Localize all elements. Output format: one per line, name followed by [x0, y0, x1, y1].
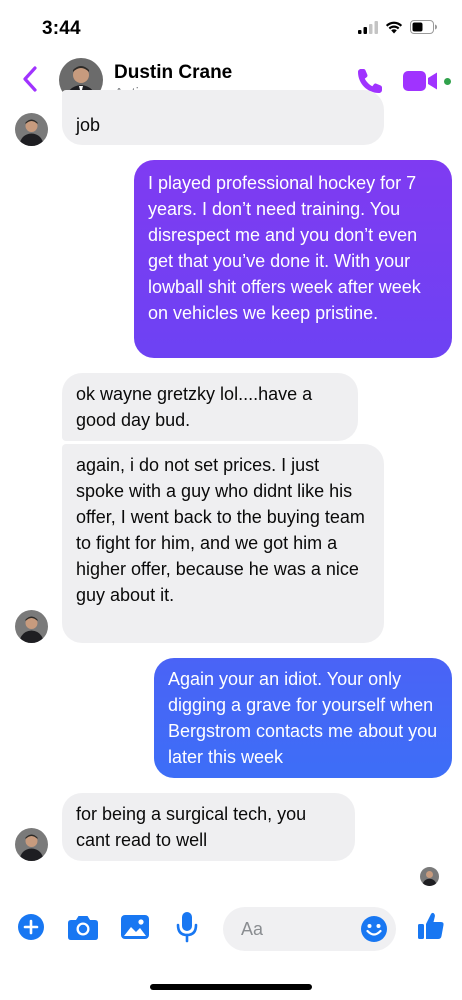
- camera-button[interactable]: [66, 914, 100, 944]
- message-text: for being a surgical tech, you cant read…: [76, 804, 307, 850]
- voice-message-button[interactable]: [174, 911, 200, 948]
- more-actions-button[interactable]: [16, 913, 46, 946]
- message-bubble-incoming[interactable]: for being a surgical tech, you cant read…: [62, 793, 355, 861]
- message-input[interactable]: Aa: [223, 907, 396, 951]
- emoji-button[interactable]: [360, 915, 388, 943]
- sender-avatar[interactable]: [15, 828, 48, 861]
- message-text: job: [76, 115, 101, 135]
- read-receipt-avatar: [420, 867, 439, 886]
- message-thread: job I played professional hockey for 7 y…: [0, 0, 462, 900]
- like-button[interactable]: [416, 912, 446, 944]
- emoji-icon: [360, 916, 388, 947]
- message-bubble-outgoing[interactable]: I played professional hockey for 7 years…: [134, 160, 452, 358]
- message-composer: Aa: [0, 900, 462, 960]
- image-icon: [120, 913, 150, 946]
- message-bubble-incoming[interactable]: again, i do not set prices. I just spoke…: [62, 444, 384, 643]
- message-bubble-incoming[interactable]: job: [62, 90, 384, 145]
- message-text: I played professional hockey for 7 years…: [148, 173, 421, 323]
- sender-avatar[interactable]: [15, 113, 48, 146]
- thumbs-up-icon: [417, 911, 445, 946]
- message-input-placeholder: Aa: [241, 919, 264, 939]
- sender-avatar[interactable]: [15, 610, 48, 643]
- plus-icon: [17, 913, 45, 946]
- message-bubble-incoming[interactable]: ok wayne gretzky lol....have a good day …: [62, 373, 358, 441]
- message-text: ok wayne gretzky lol....have a good day …: [76, 384, 313, 430]
- message-text: Again your an idiot. Your only digging a…: [168, 669, 438, 767]
- microphone-icon: [175, 911, 199, 948]
- message-text: again, i do not set prices. I just spoke…: [76, 455, 365, 605]
- camera-icon: [67, 913, 99, 946]
- home-indicator[interactable]: [150, 984, 312, 990]
- gallery-button[interactable]: [119, 914, 151, 944]
- message-bubble-outgoing[interactable]: Again your an idiot. Your only digging a…: [154, 658, 452, 778]
